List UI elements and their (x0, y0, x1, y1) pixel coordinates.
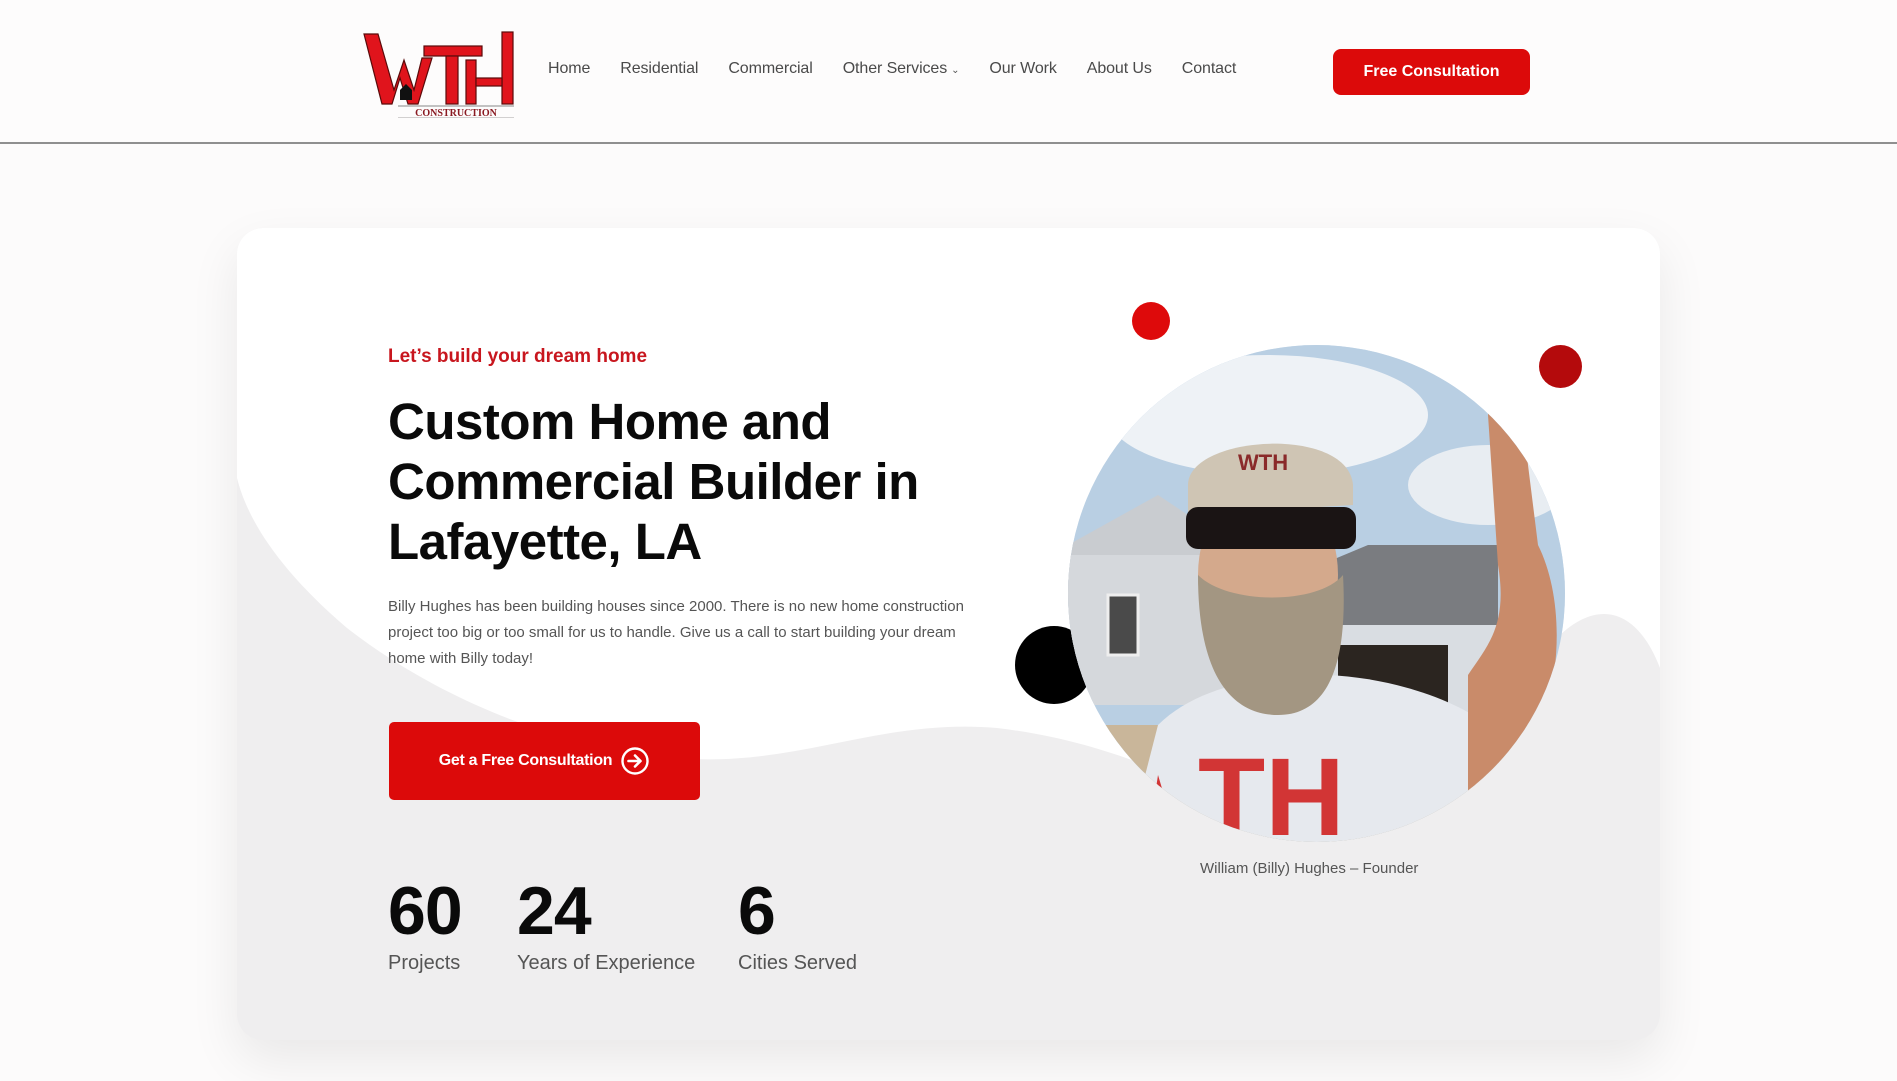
stat-value: 6 (738, 873, 776, 949)
decorative-red-dot (1132, 302, 1170, 340)
nav-contact-label: Contact (1181, 60, 1237, 77)
founder-photo-image: TH WTH (1068, 345, 1565, 842)
nav-residential[interactable]: Residential (620, 60, 698, 78)
cta-label: Get a Free Consultation (438, 752, 613, 769)
nav-other-services-label: Other Services (842, 60, 948, 77)
stat-label: Years of Experience (517, 952, 696, 974)
stat-value: 24 (517, 873, 592, 949)
stat-cities-served: 6 Cities Served (738, 872, 857, 975)
svg-text:WTH: WTH (1238, 450, 1288, 475)
nav-contact[interactable]: Contact (1181, 60, 1237, 78)
arrow-circle-right-icon (621, 747, 649, 775)
hero-headline: Custom Home and Commercial Builder in La… (388, 392, 1008, 572)
stat-projects: 60 Projects (388, 872, 463, 975)
stat-label: Projects (388, 952, 461, 974)
wth-logo-icon: CONSTRUCTION (363, 31, 514, 119)
site-header: CONSTRUCTION Home Residential Commercial… (0, 0, 1897, 144)
stat-years-experience: 24 Years of Experience (517, 872, 695, 975)
nav-about-us-label: About Us (1086, 60, 1152, 77)
nav-commercial-label: Commercial (728, 60, 813, 77)
get-free-consultation-button[interactable]: Get a Free Consultation (389, 722, 700, 800)
hero-eyebrow: Let’s build your dream home (388, 346, 648, 367)
photo-caption: William (Billy) Hughes – Founder (1200, 860, 1419, 877)
nav-about-us[interactable]: About Us (1087, 60, 1152, 78)
nav-commercial[interactable]: Commercial (728, 60, 812, 78)
founder-photo: TH WTH (1068, 345, 1565, 842)
logo[interactable]: CONSTRUCTION (362, 28, 518, 119)
hero-description: Billy Hughes has been building houses si… (388, 598, 964, 667)
decorative-dark-red-dot (1539, 345, 1582, 388)
nav-home[interactable]: Home (548, 60, 590, 78)
headline-line-1: Custom Home and (388, 393, 832, 450)
logo-subtext: CONSTRUCTION (415, 108, 497, 118)
headline-line-2: Commercial Builder in (388, 453, 919, 510)
headline-line-3: Lafayette, LA (388, 513, 702, 570)
main-nav: Home Residential Commercial Other Servic… (548, 60, 1266, 78)
nav-residential-label: Residential (620, 60, 699, 77)
stat-value: 60 (388, 873, 463, 949)
nav-our-work[interactable]: Our Work (989, 60, 1056, 78)
nav-our-work-label: Our Work (989, 60, 1057, 77)
nav-other-services[interactable]: Other Services ⌄ (843, 60, 960, 78)
nav-home-label: Home (548, 60, 591, 77)
chevron-down-icon: ⌄ (951, 64, 960, 76)
free-consultation-button[interactable]: Free Consultation (1333, 49, 1530, 95)
stat-label: Cities Served (738, 952, 857, 974)
